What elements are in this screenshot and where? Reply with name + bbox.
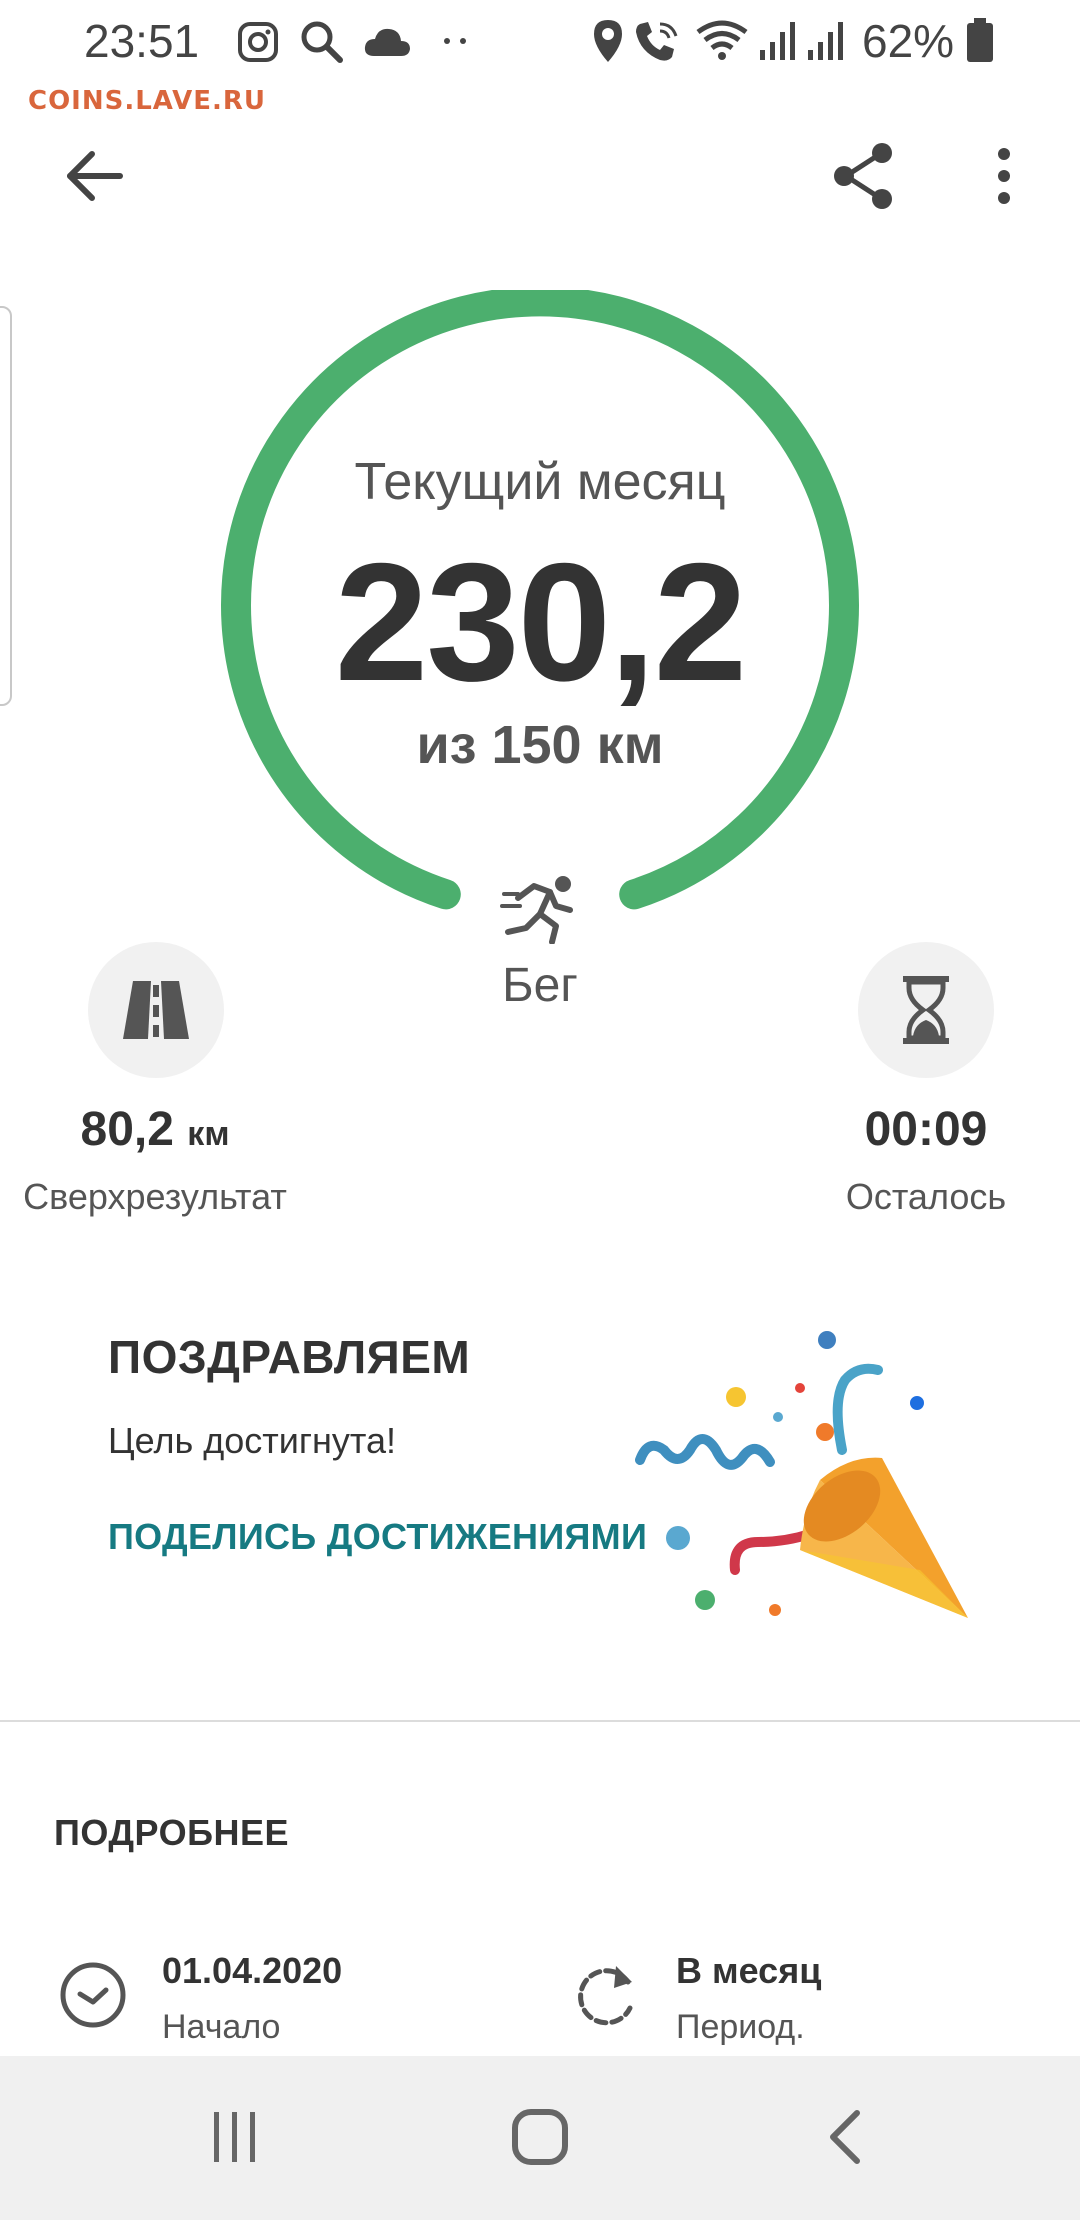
hourglass-icon	[903, 976, 949, 1044]
repeat-icon	[578, 1966, 633, 2026]
extra-result-label: Сверхрезультат	[23, 1176, 287, 1217]
period-label: Период.	[676, 2008, 805, 2046]
time-remaining-label: Осталось	[845, 1176, 1007, 1217]
clock-icon	[60, 1962, 126, 2028]
nav-back-icon	[830, 2110, 860, 2164]
recent-apps-button[interactable]	[190, 2092, 280, 2182]
activity-type: Бег	[502, 959, 578, 1012]
search-icon	[301, 21, 343, 63]
signal-icon	[808, 22, 843, 60]
goal-target: из 150 км	[416, 715, 664, 775]
extra-result-badge	[88, 942, 224, 1078]
signal-icon	[760, 22, 795, 60]
more-vert-icon	[998, 148, 1010, 204]
arrow-left-icon	[67, 151, 123, 201]
instagram-icon	[238, 22, 278, 62]
road-icon	[123, 981, 189, 1039]
share-icon	[834, 143, 892, 209]
home-icon	[512, 2109, 568, 2165]
wifi-call-icon	[636, 22, 678, 61]
extra-result-value: 80,2 км	[30, 1102, 280, 1157]
share-achievements-link[interactable]: ПОДЕЛИСЬ ДОСТИЖЕНИЯМИ	[108, 1516, 647, 1558]
edge-panel-handle[interactable]	[0, 306, 12, 706]
more-options-button[interactable]	[972, 134, 1036, 218]
extra-result-number: 80,2	[80, 1103, 174, 1156]
watermark: COINS.LAVE.RU	[28, 86, 267, 116]
cloud-icon	[364, 28, 410, 56]
party-popper-icon	[635, 1331, 968, 1618]
back-button[interactable]	[54, 136, 134, 216]
goal-current-value: 230,2	[334, 528, 747, 716]
start-date-value: 01.04.2020	[162, 1950, 343, 1991]
system-back-button[interactable]	[800, 2092, 890, 2182]
location-icon	[594, 20, 622, 62]
extra-result-unit: км	[187, 1115, 230, 1153]
details-title: ПОДРОБНЕЕ	[54, 1812, 289, 1853]
wifi-icon	[696, 20, 748, 60]
system-nav-bar	[0, 2056, 1080, 2220]
congrats-message: Цель достигнута!	[108, 1420, 396, 1461]
home-button[interactable]	[490, 2092, 590, 2182]
section-divider	[0, 1720, 1080, 1722]
battery-icon	[967, 18, 993, 62]
start-date-label: Начало	[162, 2008, 281, 2046]
battery-percent: 62%	[862, 15, 955, 67]
time-remaining-badge	[858, 942, 994, 1078]
recent-apps-icon	[214, 2112, 255, 2162]
running-icon	[500, 876, 573, 944]
share-button[interactable]	[822, 134, 906, 218]
time-remaining-value: 00:09	[864, 1103, 988, 1156]
period-value: В месяц	[676, 1950, 822, 1991]
more-dots-icon	[444, 38, 466, 44]
goal-period-label: Текущий месяц	[354, 453, 726, 511]
status-time: 23:51	[84, 15, 200, 67]
congrats-title: ПОЗДРАВЛЯЕМ	[108, 1331, 471, 1383]
